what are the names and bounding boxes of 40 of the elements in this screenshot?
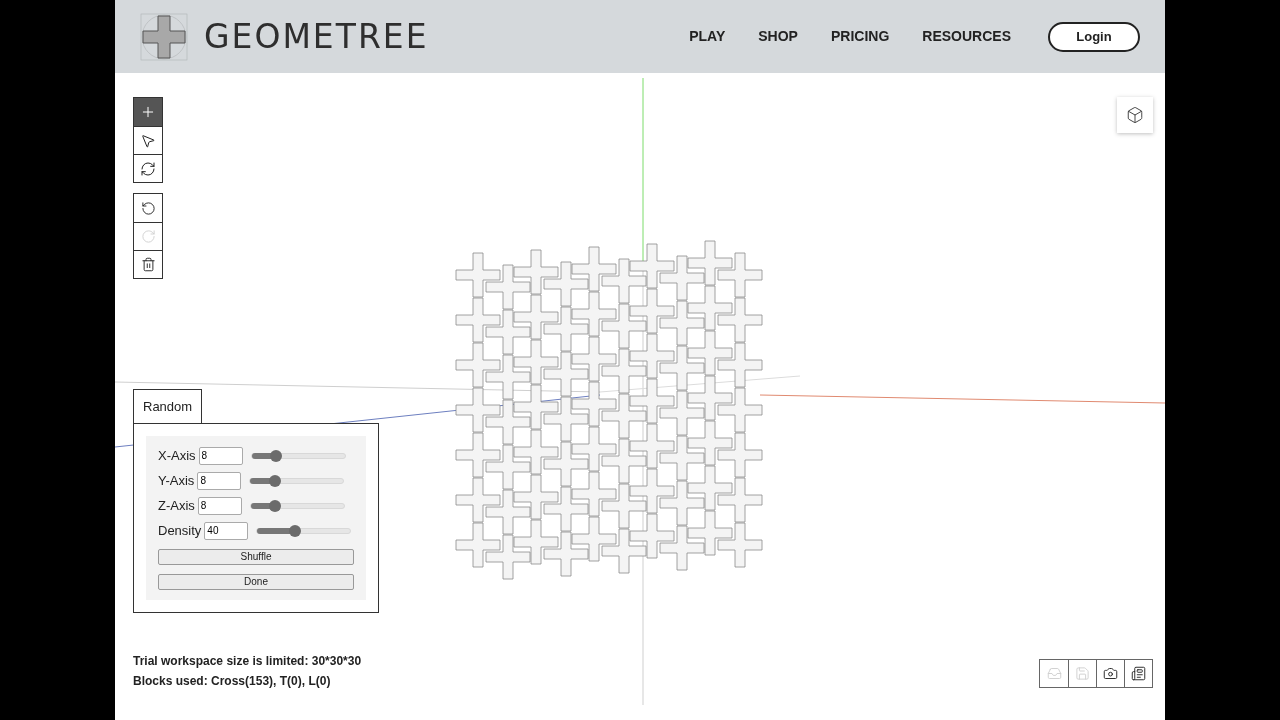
status-text: Blocks used: Cross(153), T(0), L(0) (133, 674, 332, 688)
slider-track[interactable] (249, 502, 345, 509)
cross-logo-icon (140, 12, 188, 61)
nav-link[interactable]: RESOURCES (922, 26, 1011, 47)
panel-button[interactable]: Done (158, 574, 354, 590)
axis-input[interactable]: 8 (198, 446, 243, 465)
undo-icon (140, 200, 156, 216)
axis-label: Density (158, 521, 202, 540)
camera-icon (1103, 666, 1118, 681)
slider-thumb[interactable] (288, 524, 301, 537)
cube-icon (1126, 106, 1144, 124)
slider-thumb[interactable] (268, 474, 281, 487)
slider-track[interactable] (249, 477, 345, 484)
slider-thumb[interactable] (269, 449, 282, 462)
axis-input[interactable]: 8 (197, 471, 242, 490)
brand-name: GEOMETREE (204, 20, 429, 53)
status-text: Trial workspace size is limited: 30*30*30 (133, 654, 362, 668)
trash-icon (140, 257, 156, 272)
nav-link[interactable]: SHOP (758, 26, 798, 47)
nav-link[interactable]: PRICING (830, 26, 890, 47)
newspaper-icon (1131, 666, 1146, 681)
axis-input[interactable]: 40 (204, 521, 249, 540)
view-cube-button[interactable] (1117, 97, 1153, 133)
axis-input[interactable]: 8 (197, 496, 242, 515)
login-button[interactable]: Login (1048, 21, 1140, 52)
panel-button[interactable]: Shuffle (158, 549, 354, 565)
rotate-icon (140, 160, 156, 177)
slider-thumb[interactable] (269, 499, 281, 512)
axis-label: Z-Axis (158, 496, 195, 515)
nav-link[interactable]: PLAY (689, 26, 726, 47)
axis-label: Y-Axis (158, 471, 195, 490)
cursor-icon (140, 132, 156, 149)
save-icon (1075, 666, 1090, 681)
slider-track[interactable] (250, 452, 346, 459)
axis-label: X-Axis (158, 446, 196, 465)
slider-track[interactable] (256, 527, 352, 534)
random-tab[interactable]: Random (133, 389, 203, 423)
plus-icon (140, 104, 156, 120)
tray-icon (1046, 666, 1062, 681)
redo-icon (140, 229, 156, 244)
